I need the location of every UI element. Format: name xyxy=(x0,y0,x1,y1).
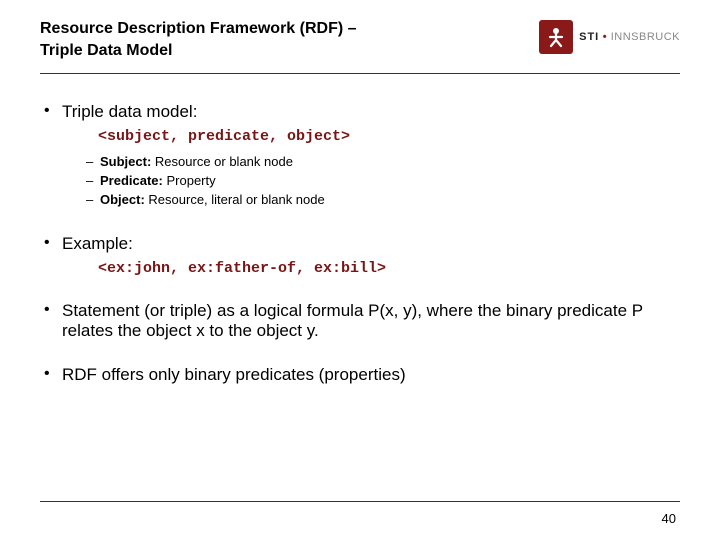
title-line-1: Resource Description Framework (RDF) – xyxy=(40,20,357,37)
bullet-text: Triple data model: xyxy=(62,102,197,121)
sub-desc: Property xyxy=(163,173,216,188)
logo-sti: STI xyxy=(579,31,599,43)
sub-label: Predicate: xyxy=(100,173,163,188)
sub-bullet-list: Subject: Resource or blank node Predicat… xyxy=(86,153,676,210)
bullet-item: RDF offers only binary predicates (prope… xyxy=(44,365,676,385)
sub-bullet-item: Object: Resource, literal or blank node xyxy=(86,191,676,210)
logo-text: STI • INNSBRUCK xyxy=(579,31,680,43)
bullet-text: Example: xyxy=(62,234,133,253)
sub-label: Object: xyxy=(100,192,145,207)
institution-logo: STI • INNSBRUCK xyxy=(539,20,680,54)
sub-desc: Resource or blank node xyxy=(151,154,293,169)
page-number: 40 xyxy=(662,511,676,526)
slide-header: Resource Description Framework (RDF) – T… xyxy=(0,0,720,61)
sub-desc: Resource, literal or blank node xyxy=(145,192,325,207)
sub-label: Subject: xyxy=(100,154,151,169)
slide-content: Triple data model: <subject, predicate, … xyxy=(0,74,720,385)
slide-title: Resource Description Framework (RDF) – T… xyxy=(40,18,357,61)
bullet-item: Statement (or triple) as a logical formu… xyxy=(44,301,676,341)
logo-city: INNSBRUCK xyxy=(611,31,680,43)
footer-divider xyxy=(40,501,680,502)
code-line: <ex:john, ex:father-of, ex:bill> xyxy=(98,260,676,277)
bullet-text: RDF offers only binary predicates (prope… xyxy=(62,365,406,384)
sub-bullet-item: Predicate: Property xyxy=(86,172,676,191)
bullet-item: Example: <ex:john, ex:father-of, ex:bill… xyxy=(44,234,676,277)
bullet-list: Triple data model: <subject, predicate, … xyxy=(44,102,676,385)
logo-dot: • xyxy=(599,31,610,43)
logo-icon xyxy=(539,20,573,54)
sub-bullet-item: Subject: Resource or blank node xyxy=(86,153,676,172)
bullet-text: Statement (or triple) as a logical formu… xyxy=(62,301,643,340)
code-line: <subject, predicate, object> xyxy=(98,128,676,145)
bullet-item: Triple data model: <subject, predicate, … xyxy=(44,102,676,210)
title-line-2: Triple Data Model xyxy=(40,42,172,59)
